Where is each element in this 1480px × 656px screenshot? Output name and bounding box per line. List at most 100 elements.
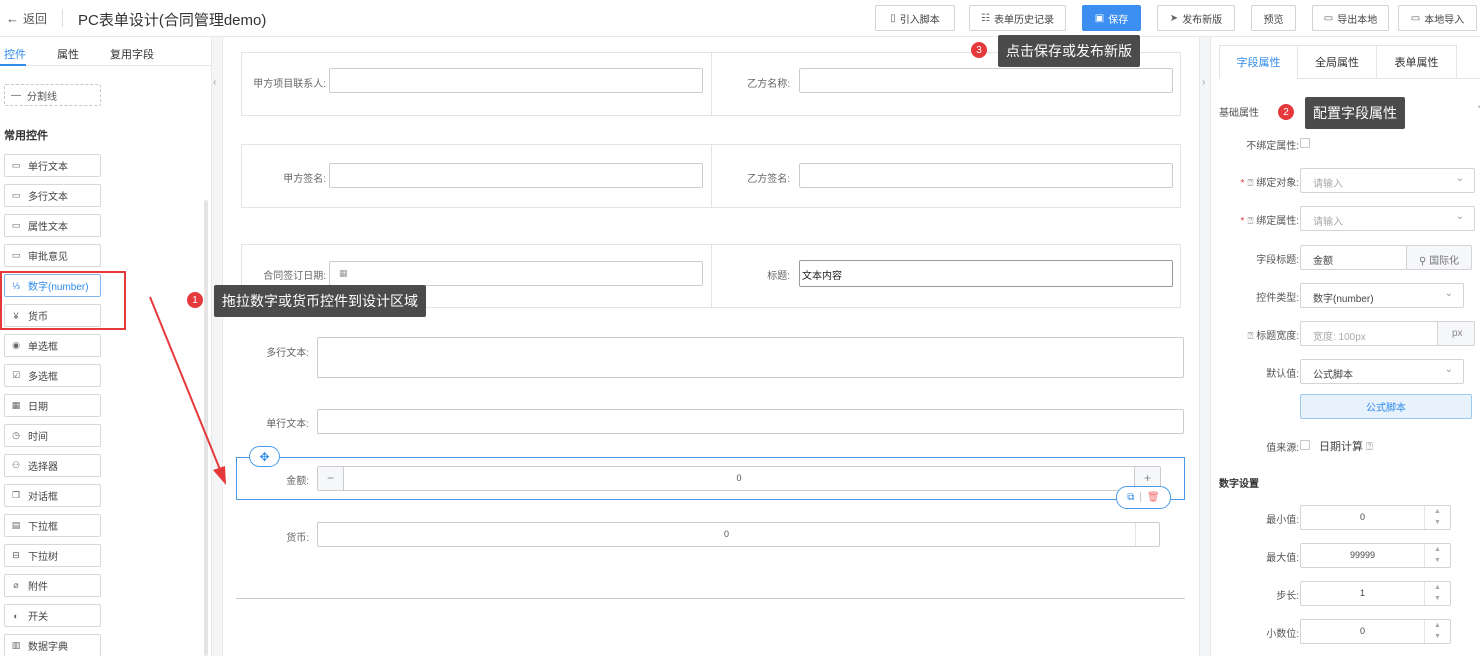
currency-value: 0 [723, 529, 729, 539]
field-label: 步长: [1276, 591, 1299, 602]
step-input[interactable]: 1 ▲ ▼ [1300, 581, 1451, 606]
radio-icon: ◉ [12, 340, 20, 350]
preview-label: 预览 [1263, 14, 1284, 26]
control-item[interactable]: ▤ 下拉框 [4, 514, 101, 537]
tab-form-properties[interactable]: 表单属性 [1376, 45, 1457, 79]
control-item[interactable]: ◐ 开关 [4, 604, 101, 627]
form-designer-app: ← 返回 PC表单设计(合同管理demo) ▯ 引入脚本 ☷ 表单历史记录 ▣ 保存 ➤… [0, 0, 1480, 656]
amount-stepper[interactable]: − 0 + [317, 466, 1161, 491]
control-item[interactable]: ▭ 多行文本 [4, 184, 101, 207]
party-b-name-input[interactable] [799, 68, 1173, 93]
history-button[interactable]: ☷ 表单历史记录 [969, 5, 1066, 31]
history-label: 表单历史记录 [993, 14, 1054, 26]
copy-icon[interactable]: ⧉ [1127, 492, 1134, 503]
publish-label: 发布新版 [1182, 14, 1223, 26]
control-item[interactable]: ▭ 属性文本 [4, 214, 101, 237]
control-divider[interactable]: — 分割线 [4, 84, 101, 106]
tab-global-properties[interactable]: 全局属性 [1297, 45, 1377, 79]
control-item[interactable]: ◉ 单选框 [4, 334, 101, 357]
trash-icon[interactable]: 🗑 [1147, 492, 1160, 503]
import-local-button[interactable]: ▭ 本地导入 [1398, 5, 1477, 31]
spinner[interactable]: ▲ ▼ [1424, 506, 1450, 529]
callout-badge: 2 [1278, 104, 1294, 120]
control-type-value: 数字(number) [1313, 294, 1374, 305]
clock-icon: ◷ [12, 430, 20, 440]
field-title-input[interactable]: 金额 [1300, 245, 1407, 270]
tab-properties[interactable]: 属性 [57, 46, 79, 62]
chevron-down-icon: ⌄ [1455, 173, 1464, 184]
field-label: * ⍰ 绑定对象: [1240, 178, 1299, 189]
control-label: 多选框 [28, 372, 58, 383]
multiline-textarea[interactable] [317, 337, 1184, 378]
scrollbar[interactable] [204, 200, 208, 656]
date-calc-text: 日期计算 [1319, 441, 1363, 453]
title-width-input[interactable]: 宽度: 100px [1300, 321, 1438, 346]
control-item[interactable]: ▭ 审批意见 [4, 244, 101, 267]
field-label: 单行文本: [266, 419, 309, 430]
textarea-icon: ▭ [11, 190, 21, 200]
control-label: 分割线 [27, 91, 57, 103]
spinner[interactable]: ▲ ▼ [1424, 544, 1450, 567]
import-script-button[interactable]: ▯ 引入脚本 [875, 5, 955, 31]
tab-reusable-fields[interactable]: 复用字段 [110, 46, 154, 62]
right-collapse-handle[interactable]: › [1199, 37, 1211, 656]
i18n-button[interactable]: ⚲ 国际化 [1406, 245, 1472, 270]
spinner[interactable]: ▲ ▼ [1424, 620, 1450, 643]
control-item[interactable]: ⊟ 下拉树 [4, 544, 101, 567]
book-icon: ▥ [11, 640, 21, 650]
control-item[interactable]: ❐ 对话框 [4, 484, 101, 507]
save-button[interactable]: ▣ 保存 [1082, 5, 1141, 31]
move-icon[interactable]: ✥ [249, 446, 280, 467]
default-value: 公式脚本 [1313, 370, 1353, 381]
date-calc-checkbox[interactable] [1300, 440, 1310, 450]
amount-value: 0 [736, 473, 742, 483]
callout-tooltip: 点击保存或发布新版 [998, 35, 1140, 67]
bind-object-select[interactable]: 请输入 ⌄ [1300, 168, 1475, 193]
title-input[interactable]: 文本内容 [799, 260, 1173, 287]
control-item[interactable]: ☑ 多选框 [4, 364, 101, 387]
date-calc-label: 日期计算 ⍰ [1319, 438, 1373, 454]
default-value-select[interactable]: 公式脚本 ⌄ [1300, 359, 1464, 384]
field-label: 乙方签名: [747, 174, 790, 185]
publish-button[interactable]: ➤ 发布新版 [1157, 5, 1235, 31]
control-item[interactable]: ▦ 日期 [4, 394, 101, 417]
formula-script-button[interactable]: 公式脚本 [1300, 394, 1472, 419]
tab-controls[interactable]: 控件 [4, 46, 26, 62]
spinner[interactable] [1135, 523, 1159, 546]
control-type-select[interactable]: 数字(number) ⌄ [1300, 283, 1464, 308]
control-item[interactable]: ⅓ 数字(number) [4, 274, 101, 297]
decimal-input[interactable]: 0 ▲ ▼ [1300, 619, 1451, 644]
singleline-input[interactable] [317, 409, 1184, 434]
control-label: 多行文本 [28, 192, 68, 203]
cell-divider [711, 245, 712, 307]
control-item[interactable]: ▥ 数据字典 [4, 634, 101, 656]
control-item[interactable]: ▭ 单行文本 [4, 154, 101, 177]
control-label: 时间 [28, 432, 48, 443]
date-input[interactable]: ▦ [329, 261, 703, 286]
control-item[interactable]: ⚇ 选择器 [4, 454, 101, 477]
export-button[interactable]: ▭ 导出本地 [1312, 5, 1389, 31]
unbind-checkbox[interactable] [1300, 138, 1310, 148]
control-item[interactable]: ◷ 时间 [4, 424, 101, 447]
spinner[interactable]: ▲ ▼ [1424, 582, 1450, 605]
control-item[interactable]: ⌀ 附件 [4, 574, 101, 597]
min-value-input[interactable]: 0 ▲ ▼ [1300, 505, 1451, 530]
page-title: PC表单设计(合同管理demo) [78, 12, 267, 29]
active-tab-indicator [0, 64, 26, 66]
preview-button[interactable]: 预览 [1251, 5, 1296, 31]
left-collapse-handle[interactable]: ‹ [212, 37, 223, 656]
decrement-button[interactable]: − [318, 467, 344, 490]
field-label: 标题: [767, 271, 790, 282]
design-canvas: 甲方项目联系人: 乙方名称: 甲方签名: 乙方签名: 合同签订日期: ▦ 标题:… [223, 37, 1199, 656]
party-a-sign-input[interactable] [329, 163, 703, 188]
party-b-sign-input[interactable] [799, 163, 1173, 188]
save-label: 保存 [1108, 14, 1129, 26]
control-item[interactable]: ¥ 货币 [4, 304, 101, 327]
max-value-input[interactable]: 99999 ▲ ▼ [1300, 543, 1451, 568]
chevron-down-icon[interactable]: ⌄ [1476, 100, 1480, 111]
tab-field-properties[interactable]: 字段属性 [1219, 45, 1298, 79]
currency-input[interactable]: 0 [317, 522, 1160, 547]
contact-input[interactable] [329, 68, 703, 93]
bind-attr-select[interactable]: 请输入 ⌄ [1300, 206, 1475, 231]
back-button[interactable]: ← 返回 [6, 10, 47, 27]
